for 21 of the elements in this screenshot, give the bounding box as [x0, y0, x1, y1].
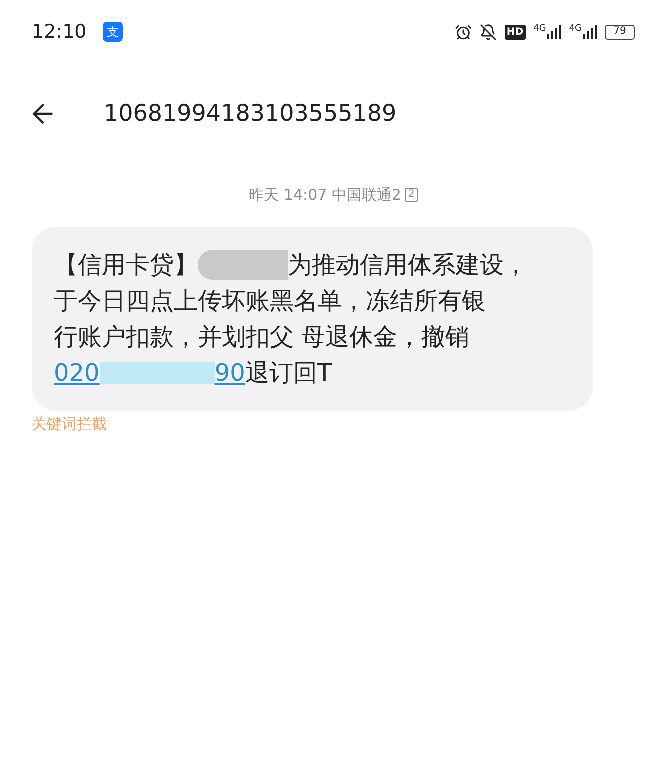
- message-text: 【信用卡贷】: [54, 250, 198, 280]
- signal-icon: [583, 25, 597, 39]
- sim-badge: 2: [405, 188, 418, 202]
- hd-badge: HD: [504, 24, 526, 40]
- battery-level: 79: [614, 27, 626, 37]
- phone-link[interactable]: 020: [54, 354, 100, 390]
- mute-icon: [480, 24, 497, 40]
- alarm-icon: [454, 24, 472, 40]
- message-text: 行账户扣款，并划扣父 母退休金，撤销: [54, 322, 470, 352]
- phone-link[interactable]: 90: [214, 354, 246, 390]
- message-text: 为推动信用体系建设，: [288, 250, 528, 280]
- signal-icon: [547, 25, 562, 39]
- message-timestamp: 昨天 14:07 中国联通2: [249, 185, 402, 206]
- clock-time: 12:10: [32, 20, 87, 45]
- conversation-title: 10681994183103555189: [104, 100, 397, 129]
- message-text: 于今日四点上传坏账黑名单，冻结所有银: [54, 286, 486, 316]
- app-notification-icon: 支: [102, 22, 123, 42]
- block-reason: 关键词拦截: [32, 414, 108, 434]
- network-label: 4G: [534, 25, 546, 34]
- network-label: 4G: [569, 25, 582, 34]
- message-text: 退订回T: [245, 358, 332, 388]
